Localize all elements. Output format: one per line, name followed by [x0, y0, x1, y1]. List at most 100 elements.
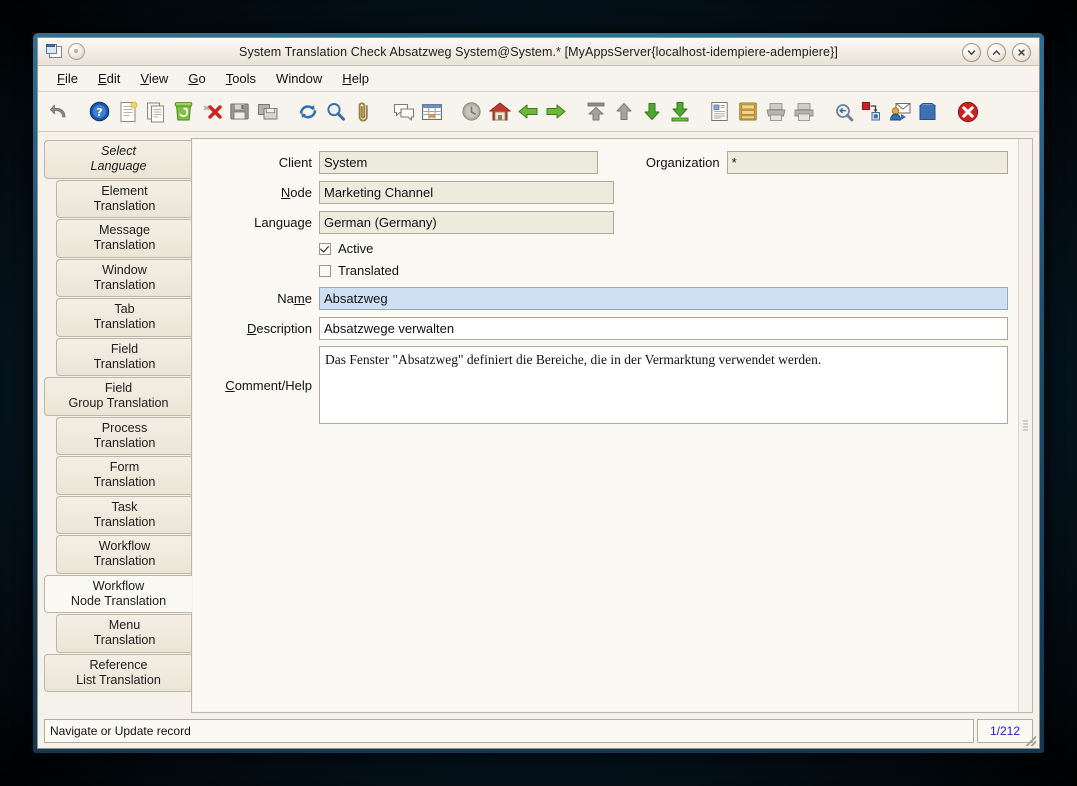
sidebar-tab-label-line2: Translation	[93, 514, 156, 529]
organization-field[interactable]: *	[726, 151, 1008, 174]
sidebar-tab-window-translation[interactable]: Window Translation	[56, 258, 192, 297]
row-description: Description Absatzwege verwalten	[202, 317, 1008, 340]
active-checkbox[interactable]	[319, 242, 331, 255]
menu-go[interactable]: Go	[179, 69, 214, 88]
maximize-button[interactable]	[987, 43, 1006, 62]
menu-help[interactable]: Help	[333, 69, 378, 88]
sidebar-tab-message-translation[interactable]: Message Translation	[56, 219, 192, 258]
sidebar-tab-field-group-translation[interactable]: Field Group Translation	[44, 377, 192, 416]
sidebar-tab-label-line2: Translation	[93, 198, 156, 213]
print-preview-icon[interactable]	[762, 98, 789, 125]
sidebar-tab-label-line1: Element	[101, 183, 148, 198]
last-record-icon[interactable]	[666, 98, 693, 125]
product-info-icon[interactable]	[914, 98, 941, 125]
window-shade-icon[interactable]	[68, 43, 85, 60]
home-icon[interactable]	[486, 98, 513, 125]
sidebar-tab-label-line2: Language	[90, 159, 147, 174]
attachment-icon[interactable]	[350, 98, 377, 125]
menu-label-post: iew	[148, 71, 169, 86]
up-record-icon[interactable]	[610, 98, 637, 125]
sidebar-tab-label-line2: List Translation	[76, 672, 161, 687]
menu-file[interactable]: File	[48, 69, 87, 88]
sidebar-tab-select-language[interactable]: Select Language	[44, 140, 192, 179]
row-name: Name Absatzweg	[202, 287, 1008, 310]
sidebar-tab-tab-translation[interactable]: Tab Translation	[56, 298, 192, 337]
row-client-organization: Client System Organization *	[202, 151, 1008, 174]
sidebar-tab-label-line2: Translation	[93, 435, 156, 450]
sidebar-tab-workflow-translation[interactable]: Workflow Translation	[56, 535, 192, 574]
row-comment: Comment/Help Das Fenster "Absatzweg" def…	[202, 346, 1008, 424]
close-button[interactable]	[1012, 43, 1031, 62]
sidebar-tab-menu-translation[interactable]: Menu Translation	[56, 614, 192, 653]
down-record-icon[interactable]	[638, 98, 665, 125]
copy-record-icon[interactable]	[142, 98, 169, 125]
name-field[interactable]: Absatzweg	[319, 287, 1008, 310]
status-bar: Navigate or Update record 1/212	[44, 719, 1033, 743]
sidebar-tab-label-line1: Message	[98, 223, 151, 238]
grid-toggle-icon[interactable]	[418, 98, 445, 125]
new-record-icon[interactable]	[114, 98, 141, 125]
menu-tools[interactable]: Tools	[217, 69, 265, 88]
archive-icon[interactable]	[734, 98, 761, 125]
translated-checkbox[interactable]	[319, 264, 331, 277]
sidebar-tab-process-translation[interactable]: Process Translation	[56, 416, 192, 455]
menu-view[interactable]: View	[131, 69, 177, 88]
menu-window[interactable]: Window	[267, 69, 331, 88]
comment-field[interactable]: Das Fenster "Absatzweg" definiert die Be…	[319, 346, 1008, 424]
language-field[interactable]: German (Germany)	[319, 211, 614, 234]
zoom-across-icon[interactable]	[830, 98, 857, 125]
content-vertical-scrollbar[interactable]	[1018, 139, 1032, 712]
minimize-button[interactable]	[962, 43, 981, 62]
sidebar-tab-label-line1: Process	[101, 420, 148, 435]
active-workflow-icon[interactable]	[858, 98, 885, 125]
sidebar-tab-field-translation[interactable]: Field Translation	[56, 337, 192, 376]
client-label: Client	[278, 155, 312, 170]
active-label: Active	[338, 241, 374, 256]
sidebar-tab-reference-list-translation[interactable]: Reference List Translation	[44, 653, 192, 692]
sidebar-tab-label-line1: Reference	[89, 657, 148, 672]
description-field[interactable]: Absatzwege verwalten	[319, 317, 1008, 340]
window-menu-icon[interactable]	[45, 44, 62, 59]
sidebar-tab-task-translation[interactable]: Task Translation	[56, 495, 192, 534]
request-icon[interactable]	[886, 98, 913, 125]
window-resize-grip[interactable]	[1026, 736, 1036, 746]
previous-record-icon[interactable]	[514, 98, 541, 125]
delete-selection-icon[interactable]	[198, 98, 225, 125]
sidebar-tab-label-line1: Form	[109, 460, 140, 475]
client-field[interactable]: System	[319, 151, 598, 174]
chat-icon[interactable]	[390, 98, 417, 125]
help-icon[interactable]: ?	[86, 98, 113, 125]
sidebar-tab-workflow-node-translation[interactable]: Workflow Node Translation	[44, 574, 192, 613]
find-icon[interactable]	[322, 98, 349, 125]
history-icon[interactable]	[458, 98, 485, 125]
report-icon[interactable]	[706, 98, 733, 125]
menu-edit[interactable]: Edit	[89, 69, 129, 88]
print-icon[interactable]	[790, 98, 817, 125]
menu-label-post: dit	[106, 71, 121, 86]
sidebar-tab-element-translation[interactable]: Element Translation	[56, 179, 192, 218]
translated-label: Translated	[338, 263, 399, 278]
node-field[interactable]: Marketing Channel	[319, 181, 614, 204]
next-record-icon[interactable]	[542, 98, 569, 125]
sidebar-tab-label-line1: Task	[111, 499, 138, 514]
menu-label-post: ools	[232, 71, 257, 86]
menu-label-mnemonic: E	[97, 71, 107, 86]
tool-bar: ?	[38, 92, 1039, 132]
save-icon[interactable]	[226, 98, 253, 125]
sidebar-tab-label-line2: Translation	[93, 554, 156, 569]
organization-label: Organization	[645, 155, 720, 170]
scrollbar-grip	[1023, 420, 1028, 431]
window-controls	[962, 43, 1031, 62]
exit-icon[interactable]	[954, 98, 981, 125]
sidebar-tab-label-line2: Translation	[93, 356, 156, 371]
row-node: Node Marketing Channel	[202, 181, 1008, 204]
delete-record-icon[interactable]	[170, 98, 197, 125]
sidebar-tab-form-translation[interactable]: Form Translation	[56, 456, 192, 495]
save-and-new-icon[interactable]	[254, 98, 281, 125]
menu-label-mnemonic: V	[140, 71, 149, 86]
status-message: Navigate or Update record	[44, 719, 974, 743]
first-record-icon[interactable]	[582, 98, 609, 125]
undo-icon[interactable]	[46, 98, 73, 125]
sidebar-tab-label-line1: Field	[104, 381, 133, 396]
refresh-icon[interactable]	[294, 98, 321, 125]
